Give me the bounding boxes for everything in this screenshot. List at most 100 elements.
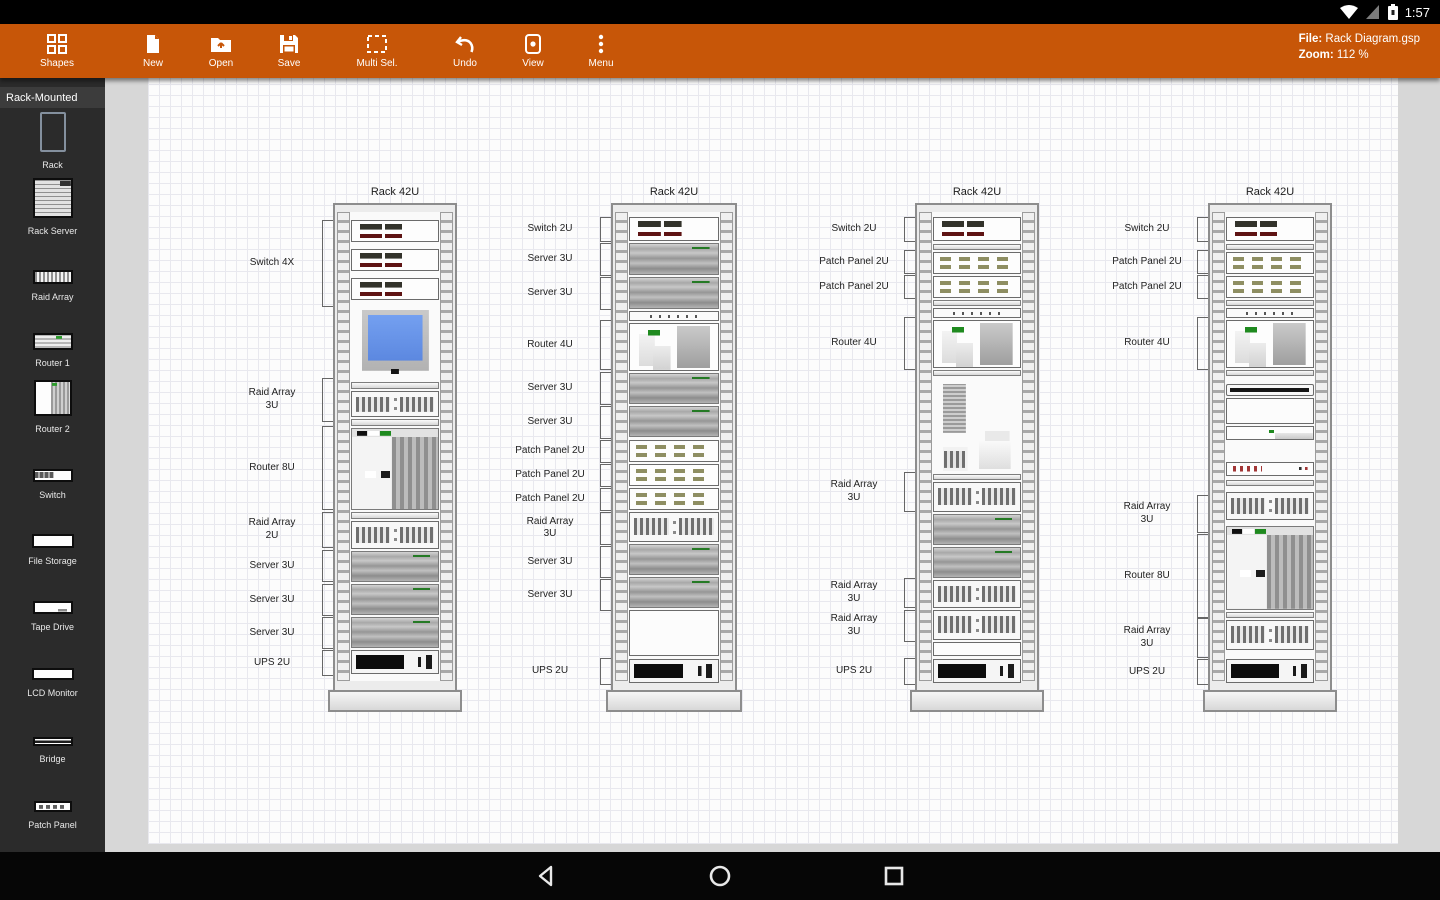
rack-unit-shelf[interactable] xyxy=(351,512,439,519)
unit-label[interactable]: Router 8U xyxy=(1099,570,1195,583)
rack[interactable]: Rack 42U Switch 2U Patch Panel 2U Patch Pan… xyxy=(819,186,1044,712)
rack-unit-switch[interactable] xyxy=(351,278,439,300)
unit-label[interactable]: Patch Panel 2U xyxy=(502,445,598,458)
rack-unit-patch[interactable] xyxy=(629,440,719,462)
rack[interactable]: Rack 42U Switch 4X Raid Array 3U Router 8U Ra… xyxy=(249,186,462,712)
rack-unit-blank[interactable] xyxy=(1226,398,1314,424)
rack-unit-dots[interactable] xyxy=(629,311,719,321)
rack-unit-server[interactable] xyxy=(629,373,719,404)
rack-unit-switch[interactable] xyxy=(933,217,1021,241)
open-button[interactable]: Open xyxy=(192,28,250,74)
unit-label[interactable]: Server 3U xyxy=(224,594,320,607)
palette-shape-rack-server[interactable]: Rack Server xyxy=(0,174,105,240)
rack-unit-dots[interactable] xyxy=(1226,308,1314,318)
rack-unit-raid[interactable] xyxy=(933,482,1021,512)
rack-unit-shelf[interactable] xyxy=(1226,370,1314,376)
unit-label[interactable]: Router 4U xyxy=(1099,337,1195,350)
rack-unit-raid[interactable] xyxy=(629,512,719,542)
diagram-canvas[interactable]: Rack 42U Switch 4X Raid Array 3U Router 8U Ra… xyxy=(105,78,1440,852)
rack-unit-patch[interactable] xyxy=(933,252,1021,274)
unit-label[interactable]: Router 4U xyxy=(806,337,902,350)
undo-button[interactable]: Undo xyxy=(436,28,494,74)
rack-unit-bridge[interactable] xyxy=(1226,384,1314,396)
unit-label[interactable]: Server 3U xyxy=(502,589,598,602)
rack-unit-raid[interactable] xyxy=(351,521,439,549)
rack-unit-shelf[interactable] xyxy=(1226,612,1314,618)
rack-unit-patch[interactable] xyxy=(1226,252,1314,274)
unit-label[interactable]: Server 3U xyxy=(502,416,598,429)
unit-label[interactable]: Switch 2U xyxy=(806,223,902,236)
rack-unit-server[interactable] xyxy=(351,617,439,648)
unit-label[interactable]: Server 3U xyxy=(224,627,320,640)
rack-unit-server[interactable] xyxy=(351,584,439,615)
unit-label[interactable]: Server 3U xyxy=(502,556,598,569)
unit-label[interactable]: Raid Array 3U xyxy=(502,516,598,541)
rack-unit-ups[interactable] xyxy=(629,659,719,683)
rack-unit-patch[interactable] xyxy=(629,488,719,510)
recents-button[interactable] xyxy=(862,856,926,896)
unit-label[interactable]: Patch Panel 2U xyxy=(1099,256,1195,269)
unit-label[interactable]: Raid Array 2U xyxy=(224,517,320,542)
unit-label[interactable]: Raid Array 3U xyxy=(1099,625,1195,650)
palette-shape-router-1[interactable]: Router 1 xyxy=(0,306,105,372)
unit-label[interactable]: UPS 2U xyxy=(224,657,320,670)
rack-unit-shelf[interactable] xyxy=(1226,244,1314,250)
rack-unit-raid[interactable] xyxy=(351,391,439,417)
rack-unit-blank[interactable] xyxy=(933,642,1021,656)
rack-unit-switch[interactable] xyxy=(351,220,439,242)
rack-unit-dots[interactable] xyxy=(933,308,1021,318)
rack-unit-raid[interactable] xyxy=(933,610,1021,640)
unit-label[interactable]: Server 3U xyxy=(502,382,598,395)
palette-shape-rack[interactable]: Rack xyxy=(0,108,105,174)
rack-unit-bay[interactable] xyxy=(933,380,1021,474)
unit-label[interactable]: Raid Array 3U xyxy=(806,479,902,504)
rack-unit-router4[interactable] xyxy=(1226,320,1314,368)
rack-unit-router8[interactable] xyxy=(1226,526,1314,610)
rack-unit-ups[interactable] xyxy=(351,650,439,674)
rack-unit-patch[interactable] xyxy=(1226,276,1314,298)
unit-label[interactable]: UPS 2U xyxy=(806,665,902,678)
unit-label[interactable]: UPS 2U xyxy=(502,665,598,678)
rack-unit-ups[interactable] xyxy=(1226,659,1314,683)
rack-unit-monitor[interactable] xyxy=(351,304,439,380)
unit-label[interactable]: Patch Panel 2U xyxy=(806,256,902,269)
palette-shape-tape-drive[interactable]: Tape Drive xyxy=(0,570,105,636)
unit-label[interactable]: Server 3U xyxy=(502,253,598,266)
rack-unit-switch[interactable] xyxy=(351,249,439,271)
rack-unit-shelf[interactable] xyxy=(933,370,1021,376)
rack-unit-server[interactable] xyxy=(933,514,1021,545)
rack-unit-server[interactable] xyxy=(351,551,439,582)
rack-unit-raid[interactable] xyxy=(1226,620,1314,650)
rack-unit-shelf[interactable] xyxy=(933,474,1021,480)
unit-label[interactable]: Raid Array 3U xyxy=(224,387,320,412)
unit-label[interactable]: Raid Array 3U xyxy=(806,613,902,638)
palette-shape-file-storage[interactable]: File Storage xyxy=(0,504,105,570)
palette-shape-raid-array[interactable]: Raid Array xyxy=(0,240,105,306)
unit-label[interactable]: Router 8U xyxy=(224,462,320,475)
unit-label[interactable]: Switch 2U xyxy=(502,223,598,236)
unit-label[interactable]: Switch 2U xyxy=(1099,223,1195,236)
rack-unit-server[interactable] xyxy=(629,577,719,608)
rack-unit-blank[interactable] xyxy=(629,610,719,656)
palette-shape-lcd-monitor[interactable]: LCD Monitor xyxy=(0,636,105,702)
rack-unit-switch[interactable] xyxy=(629,217,719,241)
rack-unit-ledtray[interactable] xyxy=(1226,426,1314,440)
rack[interactable]: Rack 42U Switch 2U Patch Panel 2U Patch Pan… xyxy=(1112,186,1337,712)
unit-label[interactable]: Switch 4X xyxy=(224,257,320,270)
rack-unit-server[interactable] xyxy=(629,243,719,275)
save-button[interactable]: Save xyxy=(260,28,318,74)
palette-shape-patch-panel[interactable]: Patch Panel xyxy=(0,768,105,834)
rack-unit-server[interactable] xyxy=(629,544,719,575)
unit-label[interactable]: Raid Array 3U xyxy=(806,580,902,605)
rack-unit-ports[interactable] xyxy=(1226,462,1314,476)
unit-label[interactable]: Router 4U xyxy=(502,339,598,352)
unit-label[interactable]: Patch Panel 2U xyxy=(1099,281,1195,294)
back-button[interactable] xyxy=(514,856,578,896)
rack-unit-raid[interactable] xyxy=(1226,492,1314,520)
unit-label[interactable]: Patch Panel 2U xyxy=(502,469,598,482)
rack-unit-shelf[interactable] xyxy=(1226,480,1314,486)
rack-unit-server[interactable] xyxy=(933,547,1021,578)
palette-category-header[interactable]: Rack-Mounted xyxy=(0,87,105,108)
rack-unit-patch[interactable] xyxy=(629,464,719,486)
unit-label[interactable]: UPS 2U xyxy=(1099,666,1195,679)
